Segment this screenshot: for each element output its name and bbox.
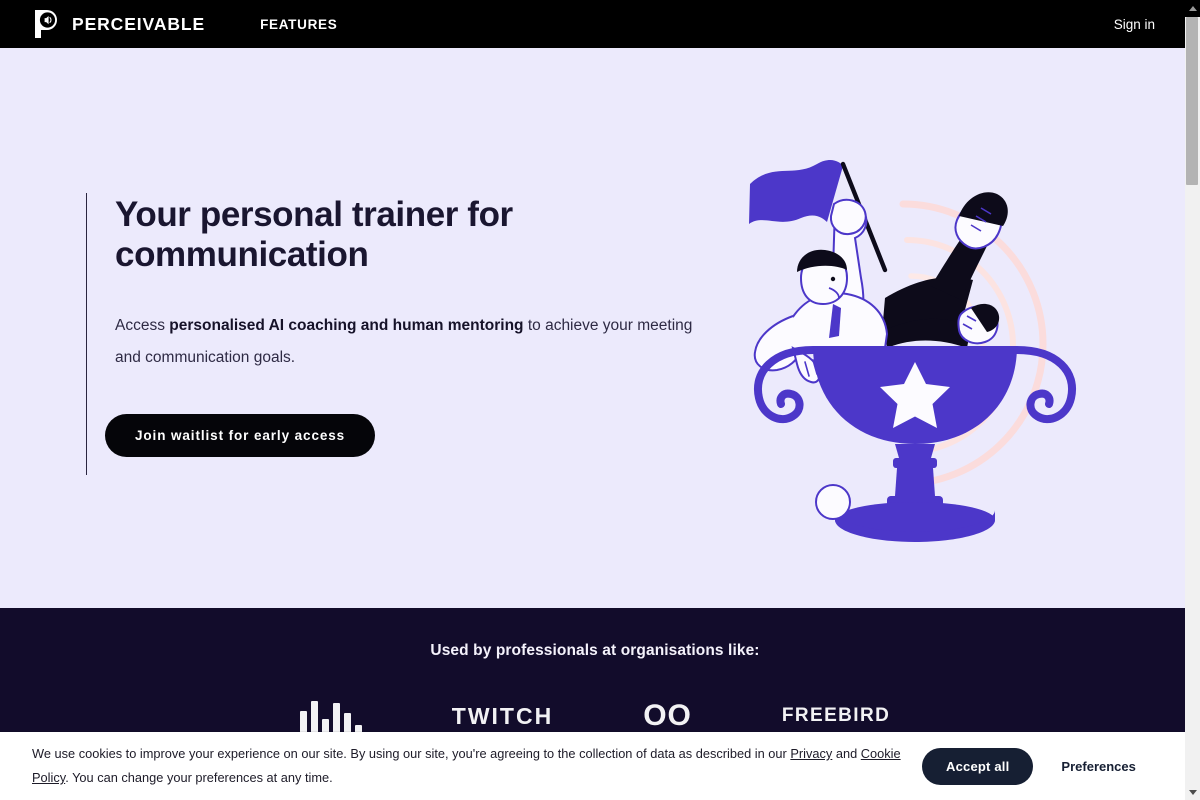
person-in-trophy-with-flag-illustration (735, 148, 1105, 568)
accept-all-button[interactable]: Accept all (922, 747, 1034, 785)
page-title: Your personal trainer for communication (115, 195, 513, 274)
chevron-up-icon (1188, 5, 1197, 11)
privacy-policy-link[interactable]: Privacy (790, 746, 832, 761)
scrollbar-up-arrow[interactable] (1185, 0, 1200, 16)
sign-in-link[interactable]: Sign in (1114, 17, 1155, 32)
hero-section: Your personal trainer for communication … (0, 48, 1190, 608)
scrollbar-down-arrow[interactable] (1185, 784, 1200, 800)
hero-subtitle: Access personalised AI coaching and huma… (115, 310, 715, 374)
scrollbar-thumb[interactable] (1186, 17, 1198, 185)
preferences-button[interactable]: Preferences (1061, 759, 1135, 774)
perceivable-p-speaker-logo-icon (32, 9, 60, 39)
logo-oo: OO (643, 696, 692, 736)
cookie-banner-text: We use cookies to improve your experienc… (32, 742, 912, 790)
cookie-text-part-1: We use cookies to improve your experienc… (32, 746, 791, 761)
hero-subtitle-emphasis: personalised AI coaching and human mento… (169, 317, 524, 334)
cookie-consent-banner: We use cookies to improve your experienc… (0, 732, 1190, 800)
logo-bars (299, 696, 362, 736)
chevron-down-icon (1188, 789, 1197, 795)
cookie-text-part-3: . You can change your preferences at any… (65, 770, 333, 785)
hero-copy-block: Your personal trainer for communication … (86, 193, 726, 475)
social-proof-heading: Used by professionals at organisations l… (430, 642, 760, 659)
logo-twitch-label: TWITCH (451, 702, 554, 729)
client-logo-row: TWITCH OO FREEBIRD (0, 696, 1190, 736)
join-waitlist-button[interactable]: Join waitlist for early access (105, 414, 376, 457)
page-root: PERCEIVABLE FEATURES Sign in Your person… (0, 0, 1200, 800)
brand-name: PERCEIVABLE (72, 13, 206, 34)
logo-twitch: TWITCH (452, 696, 553, 736)
site-header: PERCEIVABLE FEATURES Sign in (0, 0, 1190, 48)
logo-freebird: FREEBIRD (782, 696, 890, 736)
brand-logo-link[interactable]: PERCEIVABLE (32, 9, 205, 39)
logo-oo-label: OO (643, 699, 692, 732)
hero-subtitle-lead: Access (115, 317, 170, 334)
equalizer-bars-icon (299, 699, 362, 733)
logo-freebird-label: FREEBIRD (781, 705, 891, 726)
vertical-scrollbar[interactable] (1185, 0, 1200, 800)
nav-features[interactable]: FEATURES (260, 17, 337, 32)
cookie-text-part-2: and (832, 746, 861, 761)
